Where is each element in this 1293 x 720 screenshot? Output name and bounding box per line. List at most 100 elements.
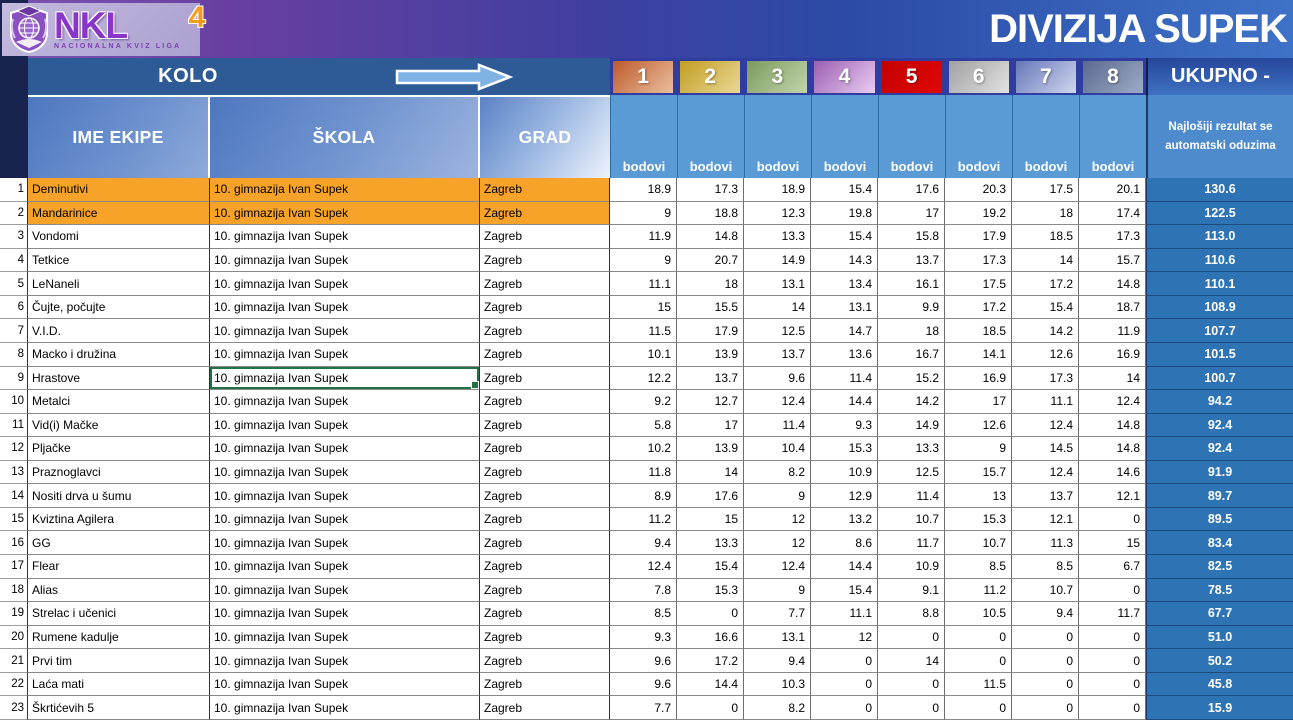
score-cell-round-6[interactable]: 11.5 bbox=[945, 673, 1012, 697]
team-name-cell[interactable]: V.I.D. bbox=[28, 319, 210, 343]
score-cell-round-5[interactable]: 0 bbox=[878, 673, 945, 697]
score-cell-round-3[interactable]: 13.3 bbox=[744, 225, 811, 249]
score-cell-round-1[interactable]: 18.9 bbox=[610, 178, 677, 202]
score-cell-round-5[interactable]: 17.6 bbox=[878, 178, 945, 202]
round-tile-8[interactable]: 8 bbox=[1083, 61, 1143, 93]
score-cell-round-1[interactable]: 8.9 bbox=[610, 484, 677, 508]
round-tile-6[interactable]: 6 bbox=[949, 61, 1009, 93]
score-cell-round-8[interactable]: 0 bbox=[1079, 696, 1146, 720]
school-cell[interactable]: 10. gimnazija Ivan Supek bbox=[210, 178, 480, 202]
score-cell-round-6[interactable]: 19.2 bbox=[945, 202, 1012, 226]
rank-cell[interactable]: 17 bbox=[0, 555, 28, 579]
points-subheader-5[interactable]: bodovi bbox=[878, 95, 945, 178]
city-cell[interactable]: Zagreb bbox=[480, 673, 610, 697]
total-cell[interactable]: 89.7 bbox=[1146, 484, 1293, 508]
score-cell-round-3[interactable]: 9 bbox=[744, 579, 811, 603]
city-cell[interactable]: Zagreb bbox=[480, 696, 610, 720]
score-cell-round-6[interactable]: 0 bbox=[945, 696, 1012, 720]
score-cell-round-2[interactable]: 13.9 bbox=[677, 343, 744, 367]
score-cell-round-5[interactable]: 11.7 bbox=[878, 531, 945, 555]
rank-cell[interactable]: 4 bbox=[0, 249, 28, 273]
score-cell-round-6[interactable]: 0 bbox=[945, 626, 1012, 650]
team-name-cell[interactable]: Metalci bbox=[28, 390, 210, 414]
score-cell-round-4[interactable]: 0 bbox=[811, 696, 878, 720]
total-cell[interactable]: 100.7 bbox=[1146, 367, 1293, 391]
city-cell[interactable]: Zagreb bbox=[480, 178, 610, 202]
score-cell-round-6[interactable]: 17 bbox=[945, 390, 1012, 414]
city-cell[interactable]: Zagreb bbox=[480, 319, 610, 343]
rank-cell[interactable]: 1 bbox=[0, 178, 28, 202]
score-cell-round-2[interactable]: 0 bbox=[677, 602, 744, 626]
score-cell-round-5[interactable]: 14.9 bbox=[878, 414, 945, 438]
team-name-cell[interactable]: Vid(i) Mačke bbox=[28, 414, 210, 438]
score-cell-round-5[interactable]: 9.9 bbox=[878, 296, 945, 320]
rank-cell[interactable]: 19 bbox=[0, 602, 28, 626]
school-cell-selected[interactable]: 10. gimnazija Ivan Supek bbox=[210, 367, 480, 391]
score-cell-round-2[interactable]: 20.7 bbox=[677, 249, 744, 273]
score-cell-round-3[interactable]: 12.4 bbox=[744, 390, 811, 414]
city-cell[interactable]: Zagreb bbox=[480, 579, 610, 603]
rank-cell[interactable]: 20 bbox=[0, 626, 28, 650]
city-cell[interactable]: Zagreb bbox=[480, 343, 610, 367]
score-cell-round-1[interactable]: 11.5 bbox=[610, 319, 677, 343]
score-cell-round-1[interactable]: 12.4 bbox=[610, 555, 677, 579]
score-cell-round-8[interactable]: 11.9 bbox=[1079, 319, 1146, 343]
score-cell-round-8[interactable]: 14.8 bbox=[1079, 414, 1146, 438]
score-cell-round-3[interactable]: 14.9 bbox=[744, 249, 811, 273]
score-cell-round-2[interactable]: 14 bbox=[677, 461, 744, 485]
rank-cell[interactable]: 15 bbox=[0, 508, 28, 532]
points-subheader-2[interactable]: bodovi bbox=[677, 95, 744, 178]
score-cell-round-5[interactable]: 11.4 bbox=[878, 484, 945, 508]
city-cell[interactable]: Zagreb bbox=[480, 202, 610, 226]
score-cell-round-5[interactable]: 8.8 bbox=[878, 602, 945, 626]
score-cell-round-5[interactable]: 18 bbox=[878, 319, 945, 343]
city-cell[interactable]: Zagreb bbox=[480, 437, 610, 461]
city-cell[interactable]: Zagreb bbox=[480, 225, 610, 249]
score-cell-round-1[interactable]: 11.9 bbox=[610, 225, 677, 249]
score-cell-round-4[interactable]: 14.4 bbox=[811, 390, 878, 414]
score-cell-round-4[interactable]: 13.4 bbox=[811, 272, 878, 296]
score-cell-round-7[interactable]: 15.4 bbox=[1012, 296, 1079, 320]
score-cell-round-5[interactable]: 17 bbox=[878, 202, 945, 226]
column-header-school[interactable]: ŠKOLA bbox=[210, 95, 480, 178]
total-cell[interactable]: 110.6 bbox=[1146, 249, 1293, 273]
score-cell-round-6[interactable]: 11.2 bbox=[945, 579, 1012, 603]
score-cell-round-3[interactable]: 12.4 bbox=[744, 555, 811, 579]
total-cell[interactable]: 89.5 bbox=[1146, 508, 1293, 532]
score-cell-round-7[interactable]: 12.6 bbox=[1012, 343, 1079, 367]
score-cell-round-7[interactable]: 14.5 bbox=[1012, 437, 1079, 461]
total-cell[interactable]: 92.4 bbox=[1146, 414, 1293, 438]
total-cell[interactable]: 91.9 bbox=[1146, 461, 1293, 485]
score-cell-round-7[interactable]: 17.5 bbox=[1012, 178, 1079, 202]
rank-cell[interactable]: 9 bbox=[0, 367, 28, 391]
score-cell-round-3[interactable]: 10.3 bbox=[744, 673, 811, 697]
score-cell-round-7[interactable]: 9.4 bbox=[1012, 602, 1079, 626]
score-cell-round-4[interactable]: 0 bbox=[811, 649, 878, 673]
score-cell-round-2[interactable]: 14.4 bbox=[677, 673, 744, 697]
score-cell-round-1[interactable]: 5.8 bbox=[610, 414, 677, 438]
score-cell-round-2[interactable]: 17.3 bbox=[677, 178, 744, 202]
score-cell-round-5[interactable]: 0 bbox=[878, 696, 945, 720]
rank-cell[interactable]: 18 bbox=[0, 579, 28, 603]
school-cell[interactable]: 10. gimnazija Ivan Supek bbox=[210, 555, 480, 579]
score-cell-round-4[interactable]: 9.3 bbox=[811, 414, 878, 438]
score-cell-round-5[interactable]: 14 bbox=[878, 649, 945, 673]
score-cell-round-8[interactable]: 15.7 bbox=[1079, 249, 1146, 273]
score-cell-round-8[interactable]: 0 bbox=[1079, 649, 1146, 673]
school-cell[interactable]: 10. gimnazija Ivan Supek bbox=[210, 202, 480, 226]
total-cell[interactable]: 130.6 bbox=[1146, 178, 1293, 202]
rank-cell[interactable]: 8 bbox=[0, 343, 28, 367]
score-cell-round-3[interactable]: 12.5 bbox=[744, 319, 811, 343]
points-subheader-1[interactable]: bodovi bbox=[610, 95, 677, 178]
score-cell-round-6[interactable]: 14.1 bbox=[945, 343, 1012, 367]
school-cell[interactable]: 10. gimnazija Ivan Supek bbox=[210, 484, 480, 508]
score-cell-round-2[interactable]: 15.4 bbox=[677, 555, 744, 579]
score-cell-round-7[interactable]: 17.3 bbox=[1012, 367, 1079, 391]
team-name-cell[interactable]: Rumene kadulje bbox=[28, 626, 210, 650]
score-cell-round-6[interactable]: 13 bbox=[945, 484, 1012, 508]
total-cell[interactable]: 83.4 bbox=[1146, 531, 1293, 555]
score-cell-round-8[interactable]: 0 bbox=[1079, 626, 1146, 650]
team-name-cell[interactable]: Čujte, počujte bbox=[28, 296, 210, 320]
city-cell[interactable]: Zagreb bbox=[480, 555, 610, 579]
city-cell[interactable]: Zagreb bbox=[480, 531, 610, 555]
